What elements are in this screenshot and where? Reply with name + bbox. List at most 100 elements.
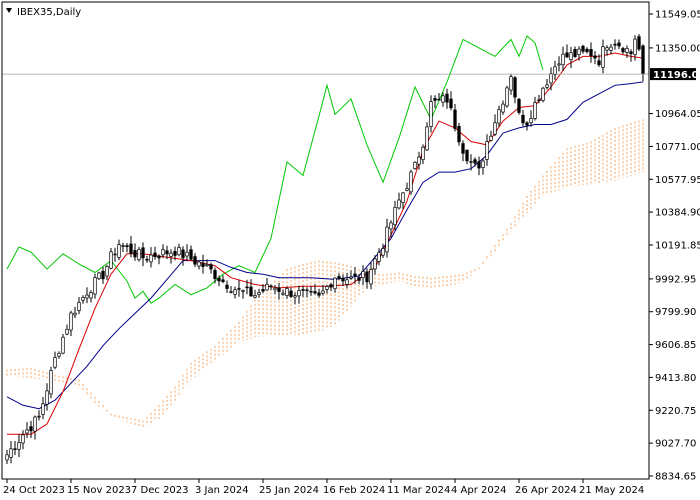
candle bbox=[177, 243, 181, 257]
x-tick-label: 7 Dec 2023 bbox=[131, 485, 189, 496]
chevron-down-icon[interactable] bbox=[6, 8, 12, 13]
candle bbox=[137, 246, 141, 262]
kijun-sen-line bbox=[6, 81, 644, 410]
candle bbox=[229, 286, 233, 294]
candle-body bbox=[157, 255, 161, 259]
candle bbox=[425, 122, 429, 151]
candle-body bbox=[481, 160, 485, 168]
candle bbox=[585, 47, 589, 54]
candle bbox=[369, 262, 373, 290]
candle-body bbox=[325, 286, 329, 290]
candle-body bbox=[561, 53, 565, 66]
candle-body bbox=[549, 73, 553, 84]
candle-body bbox=[485, 141, 489, 160]
candle-body bbox=[269, 285, 273, 288]
candle bbox=[153, 246, 157, 260]
candle bbox=[449, 91, 453, 111]
candle bbox=[533, 96, 537, 121]
candle-body bbox=[53, 357, 57, 368]
candle-body bbox=[293, 295, 297, 298]
candle-body bbox=[117, 244, 121, 258]
candle bbox=[393, 200, 397, 231]
candle-body bbox=[197, 261, 201, 267]
candle-body bbox=[413, 161, 417, 169]
candle-body bbox=[229, 291, 233, 293]
candle-body bbox=[465, 149, 469, 162]
candle bbox=[17, 434, 21, 457]
chart-container: 11549.05 11350.00 10964.05 10771.00 10577.95… bbox=[0, 0, 700, 500]
candle-body bbox=[597, 60, 601, 66]
candle bbox=[249, 279, 253, 297]
candle-body bbox=[169, 252, 173, 257]
candle bbox=[521, 109, 525, 127]
candle-body bbox=[125, 245, 129, 248]
candle-body bbox=[373, 258, 377, 270]
candle bbox=[125, 243, 129, 253]
candle-body bbox=[297, 290, 301, 297]
candle bbox=[281, 289, 285, 296]
candle bbox=[225, 280, 229, 293]
candle-body bbox=[441, 95, 445, 103]
last-price-tag: 11196.00 bbox=[650, 68, 700, 81]
candle-body bbox=[421, 146, 425, 161]
candle-body bbox=[181, 249, 185, 259]
candle bbox=[545, 79, 549, 90]
candle-body bbox=[305, 289, 309, 292]
candle bbox=[613, 39, 617, 50]
candle-body bbox=[313, 291, 317, 294]
candle bbox=[341, 274, 345, 287]
candle-body bbox=[233, 289, 237, 295]
candle-body bbox=[345, 279, 349, 285]
candle-body bbox=[321, 290, 325, 294]
last-price-value: 11196.00 bbox=[653, 70, 700, 81]
candle bbox=[145, 255, 149, 263]
candle-body bbox=[449, 98, 453, 109]
candle bbox=[141, 242, 145, 267]
candle bbox=[13, 441, 17, 456]
candle-body bbox=[525, 122, 529, 126]
candle bbox=[97, 271, 101, 280]
candle bbox=[445, 88, 449, 109]
candle-body bbox=[277, 287, 281, 292]
candle bbox=[493, 114, 497, 136]
candle bbox=[41, 397, 45, 420]
candle-body bbox=[73, 312, 77, 316]
candle-body bbox=[601, 46, 605, 68]
candle-body bbox=[633, 38, 637, 56]
candle bbox=[65, 324, 69, 336]
candle bbox=[93, 273, 97, 299]
candle-body bbox=[397, 199, 401, 209]
candle-body bbox=[97, 272, 101, 280]
candle bbox=[265, 278, 269, 291]
candle-body bbox=[625, 48, 629, 53]
candle-body bbox=[337, 276, 341, 279]
chart-canvas: 11549.05 11350.00 10964.05 10771.00 10577.95… bbox=[1, 1, 700, 496]
x-tick-label: 15 Nov 2023 bbox=[67, 485, 131, 496]
candle bbox=[285, 286, 289, 299]
candle-body bbox=[605, 47, 609, 51]
candle-body bbox=[105, 266, 109, 277]
candle-body bbox=[613, 43, 617, 46]
candle-body bbox=[33, 416, 37, 432]
candle bbox=[157, 254, 161, 265]
candle bbox=[197, 260, 201, 270]
candle bbox=[377, 248, 381, 266]
candle bbox=[381, 243, 385, 258]
candle bbox=[609, 43, 613, 55]
candle-body bbox=[217, 277, 221, 282]
candle bbox=[409, 169, 413, 195]
candle-body bbox=[45, 390, 49, 405]
y-tick-label: 9027.70 bbox=[655, 439, 696, 450]
candle bbox=[385, 218, 389, 258]
candle bbox=[273, 285, 277, 295]
candle-body bbox=[141, 247, 145, 259]
candle-body bbox=[273, 287, 277, 291]
chart-title-group[interactable]: IBEX35,Daily bbox=[6, 7, 81, 18]
candle-body bbox=[357, 277, 361, 281]
candle-body bbox=[21, 434, 25, 444]
candle bbox=[473, 157, 477, 167]
candle-body bbox=[489, 135, 493, 141]
candle-body bbox=[245, 286, 249, 289]
candle bbox=[289, 287, 293, 299]
candle-body bbox=[285, 288, 289, 296]
